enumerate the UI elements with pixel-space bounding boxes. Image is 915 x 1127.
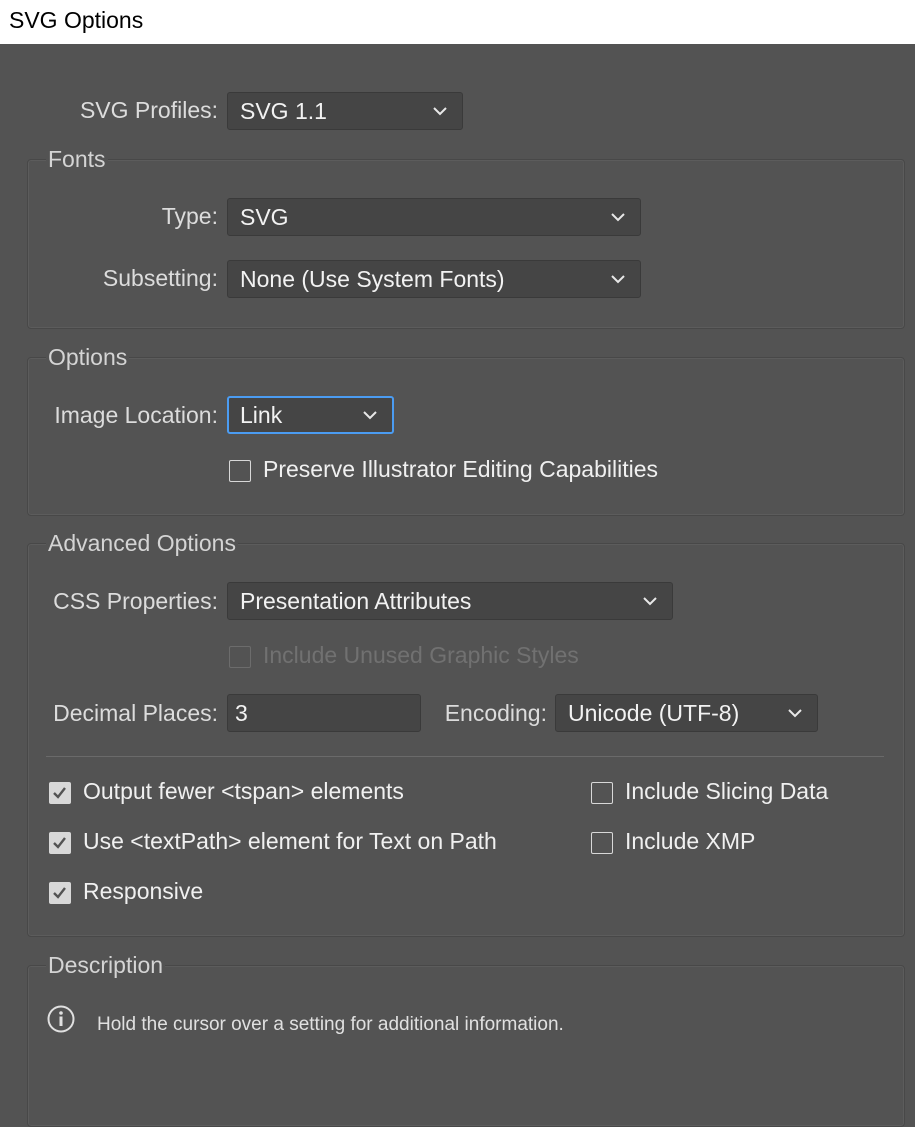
use-textpath-checkbox[interactable] (49, 832, 71, 854)
responsive-label: Responsive (83, 878, 204, 904)
use-textpath-label: Use <textPath> element for Text on Path (83, 828, 497, 854)
chevron-down-icon (643, 597, 657, 606)
options-group (27, 357, 905, 516)
subsetting-select[interactable]: None (Use System Fonts) (227, 260, 641, 298)
include-slicing-data-checkbox[interactable] (591, 782, 613, 804)
description-group-title: Description (46, 952, 166, 979)
type-label: Type: (161, 203, 218, 229)
checkmark-icon (53, 837, 66, 849)
output-fewer-tspan-checkbox[interactable] (49, 782, 71, 804)
image-location-select[interactable]: Link (227, 396, 394, 434)
include-unused-styles-label: Include Unused Graphic Styles (263, 642, 579, 668)
encoding-select[interactable]: Unicode (UTF-8) (555, 694, 818, 732)
encoding-value: Unicode (UTF-8) (568, 700, 740, 726)
chevron-down-icon (363, 411, 377, 420)
advanced-options-group-title: Advanced Options (46, 530, 238, 557)
output-fewer-tspan-label: Output fewer <tspan> elements (83, 778, 404, 804)
chevron-down-icon (788, 709, 802, 718)
include-unused-styles-checkbox[interactable] (229, 646, 251, 668)
css-properties-select[interactable]: Presentation Attributes (227, 582, 673, 620)
title-bar: SVG Options (0, 0, 915, 44)
css-properties-value: Presentation Attributes (240, 588, 472, 614)
decimal-places-input[interactable]: 3 (227, 694, 421, 732)
preserve-editing-checkbox[interactable] (229, 460, 251, 482)
include-xmp-label: Include XMP (625, 828, 756, 854)
checkmark-icon (53, 887, 66, 899)
responsive-checkbox[interactable] (49, 882, 71, 904)
fonts-group-title: Fonts (46, 146, 108, 173)
chevron-down-icon (611, 213, 625, 222)
decimal-places-label: Decimal Places: (53, 700, 218, 726)
font-type-value: SVG (240, 204, 289, 230)
include-xmp-checkbox[interactable] (591, 832, 613, 854)
image-location-label: Image Location: (54, 402, 218, 428)
encoding-label: Encoding: (444, 700, 547, 726)
include-slicing-data-label: Include Slicing Data (625, 778, 829, 804)
font-type-select[interactable]: SVG (227, 198, 641, 236)
description-group (27, 965, 905, 1127)
subsetting-label: Subsetting: (102, 265, 218, 291)
preserve-editing-label: Preserve Illustrator Editing Capabilitie… (263, 456, 659, 482)
description-text: Hold the cursor over a setting for addit… (97, 1014, 564, 1035)
svg-profiles-label: SVG Profiles: (79, 97, 218, 123)
fonts-group (27, 159, 905, 329)
advanced-divider (46, 756, 884, 757)
subsetting-value: None (Use System Fonts) (240, 266, 505, 292)
svg-profiles-value: SVG 1.1 (240, 98, 327, 124)
css-properties-label: CSS Properties: (53, 588, 218, 614)
checkmark-icon (53, 787, 66, 799)
info-icon (47, 1005, 75, 1033)
image-location-value: Link (240, 402, 283, 428)
chevron-down-icon (611, 275, 625, 284)
chevron-down-icon (433, 107, 447, 116)
window-title: SVG Options (9, 7, 144, 33)
svg-profiles-select[interactable]: SVG 1.1 (227, 92, 463, 130)
options-group-title: Options (46, 344, 130, 371)
